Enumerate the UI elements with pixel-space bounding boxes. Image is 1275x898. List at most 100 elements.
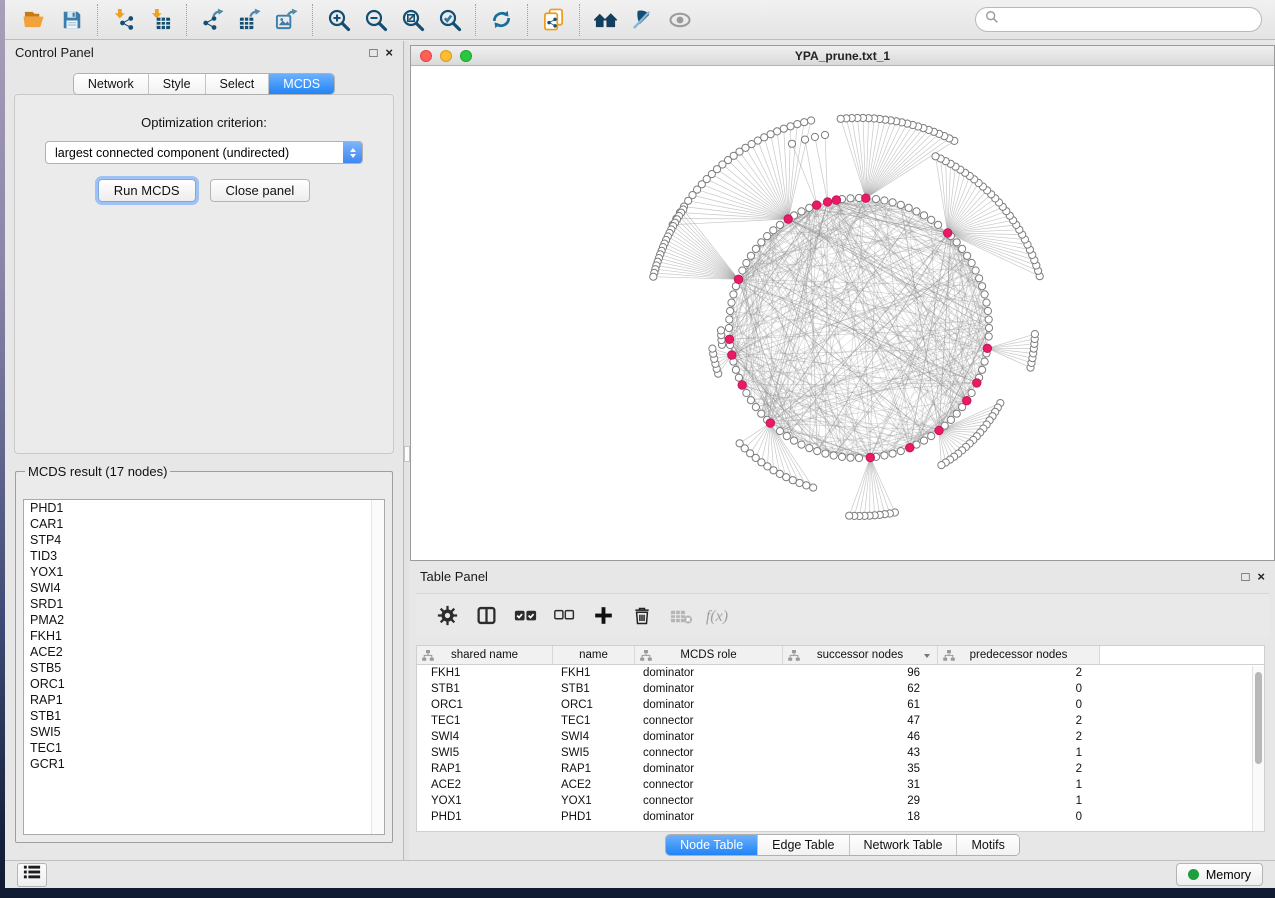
table-row[interactable]: FKH1FKH1dominator962: [417, 665, 1264, 681]
column-header-successor-nodes[interactable]: successor nodes: [783, 646, 938, 664]
table-scrollbar[interactable]: [1252, 666, 1264, 831]
mcds-result-item[interactable]: GCR1: [24, 756, 384, 772]
table-row[interactable]: ORC1ORC1dominator610: [417, 697, 1264, 713]
zoom-out-icon[interactable]: [360, 4, 391, 35]
save-session-icon[interactable]: [56, 4, 87, 35]
table-cell: FKH1: [553, 665, 635, 681]
export-image-icon[interactable]: [271, 4, 302, 35]
search-icon: [985, 10, 999, 29]
table-cell: FKH1: [417, 665, 553, 681]
deselect-icon[interactable]: [547, 599, 581, 633]
table-panel-header: Table Panel □ ×: [410, 565, 1275, 587]
open-file-icon[interactable]: [19, 4, 50, 35]
mcds-result-item[interactable]: STB5: [24, 660, 384, 676]
import-table-icon[interactable]: [145, 4, 176, 35]
table-row[interactable]: SWI4SWI4dominator462: [417, 729, 1264, 745]
mcds-result-item[interactable]: RAP1: [24, 692, 384, 708]
mcds-result-item[interactable]: CAR1: [24, 516, 384, 532]
export-table-icon[interactable]: [234, 4, 265, 35]
zoom-in-icon[interactable]: [323, 4, 354, 35]
first-neighbors-icon[interactable]: [590, 4, 621, 35]
table-row[interactable]: SWI5SWI5connector431: [417, 745, 1264, 761]
refresh-layout-icon[interactable]: [486, 4, 517, 35]
mcds-result-item[interactable]: ORC1: [24, 676, 384, 692]
float-icon[interactable]: □: [370, 46, 378, 59]
network-canvas[interactable]: [411, 66, 1274, 560]
table-row[interactable]: YOX1YOX1connector291: [417, 793, 1264, 809]
column-header-mcds-role[interactable]: MCDS role: [635, 646, 783, 664]
tab-node-table[interactable]: Node Table: [666, 835, 757, 855]
table-toolbar: f(x): [416, 593, 1269, 637]
close-window-icon[interactable]: [420, 50, 432, 62]
tab-select[interactable]: Select: [205, 74, 269, 94]
minimize-window-icon[interactable]: [440, 50, 452, 62]
delete-icon[interactable]: [625, 599, 659, 633]
memory-button[interactable]: Memory: [1176, 863, 1263, 886]
mcds-result-item[interactable]: STB1: [24, 708, 384, 724]
column-header-predecessor-nodes[interactable]: predecessor nodes: [938, 646, 1100, 664]
table-row[interactable]: TEC1TEC1connector472: [417, 713, 1264, 729]
scrollbar-thumb[interactable]: [1255, 672, 1262, 764]
criterion-select[interactable]: largest connected component (undirected): [45, 141, 363, 164]
workspace: YPA_prune.txt_1 Table Panel □ × f(x) sha…: [409, 41, 1275, 860]
destroy-table-icon: [664, 599, 698, 633]
tab-style[interactable]: Style: [148, 74, 205, 94]
zoom-fit-icon[interactable]: [397, 4, 428, 35]
mcds-result-item[interactable]: SRD1: [24, 596, 384, 612]
mcds-result-item[interactable]: STP4: [24, 532, 384, 548]
list-scrollbar[interactable]: [371, 500, 384, 834]
table-cell: YOX1: [553, 793, 635, 809]
mcds-result-item[interactable]: SWI4: [24, 580, 384, 596]
table-cell: PHD1: [417, 809, 553, 825]
select-all-icon[interactable]: [508, 599, 542, 633]
export-network-icon[interactable]: [197, 4, 228, 35]
table-row[interactable]: ACE2ACE2connector311: [417, 777, 1264, 793]
main-area: Control Panel □ × NetworkStyleSelectMCDS…: [5, 41, 1275, 860]
close-icon[interactable]: ×: [1257, 570, 1265, 583]
mcds-result-item[interactable]: PHD1: [24, 500, 384, 516]
column-header-shared-name[interactable]: shared name: [417, 646, 553, 664]
window-controls: [420, 50, 472, 62]
tab-mcds[interactable]: MCDS: [268, 74, 334, 94]
column-header-name[interactable]: name: [553, 646, 635, 664]
mcds-result-item[interactable]: ACE2: [24, 644, 384, 660]
network-titlebar[interactable]: YPA_prune.txt_1: [411, 46, 1274, 66]
mcds-result-item[interactable]: PMA2: [24, 612, 384, 628]
node-table[interactable]: shared namenameMCDS rolesuccessor nodesp…: [416, 645, 1265, 832]
close-panel-button[interactable]: Close panel: [210, 179, 311, 202]
mcds-result-list[interactable]: PHD1CAR1STP4TID3YOX1SWI4SRD1PMA2FKH1ACE2…: [23, 499, 385, 835]
table-cell: connector: [635, 793, 783, 809]
mcds-result-item[interactable]: TID3: [24, 548, 384, 564]
task-history-button[interactable]: [17, 863, 47, 887]
import-network-icon[interactable]: [108, 4, 139, 35]
clone-network-icon[interactable]: [538, 4, 569, 35]
table-cell: RAP1: [417, 761, 553, 777]
table-cell: 2: [938, 665, 1100, 681]
graphics-details-icon[interactable]: [627, 4, 658, 35]
eye-icon[interactable]: [664, 4, 695, 35]
close-icon[interactable]: ×: [385, 46, 393, 59]
search-box[interactable]: [975, 7, 1262, 32]
table-row[interactable]: PHD1PHD1dominator180: [417, 809, 1264, 825]
table-cell: dominator: [635, 697, 783, 713]
table-row[interactable]: RAP1RAP1dominator352: [417, 761, 1264, 777]
tab-motifs[interactable]: Motifs: [956, 835, 1018, 855]
mcds-result-item[interactable]: YOX1: [24, 564, 384, 580]
search-input[interactable]: [1004, 13, 1252, 27]
tab-network-table[interactable]: Network Table: [849, 835, 957, 855]
zoom-selected-icon[interactable]: [434, 4, 465, 35]
table-row[interactable]: STB1STB1dominator620: [417, 681, 1264, 697]
columns-icon[interactable]: [469, 599, 503, 633]
tab-edge-table[interactable]: Edge Table: [757, 835, 848, 855]
float-icon[interactable]: □: [1242, 570, 1250, 583]
run-mcds-button[interactable]: Run MCDS: [98, 179, 196, 202]
toolbar-group: [475, 4, 527, 36]
mcds-result-item[interactable]: FKH1: [24, 628, 384, 644]
add-icon[interactable]: [586, 599, 620, 633]
mcds-result-item[interactable]: SWI5: [24, 724, 384, 740]
tab-network[interactable]: Network: [74, 74, 148, 94]
mcds-result-item[interactable]: TEC1: [24, 740, 384, 756]
maximize-window-icon[interactable]: [460, 50, 472, 62]
settings-icon[interactable]: [430, 599, 464, 633]
table-cell: connector: [635, 745, 783, 761]
